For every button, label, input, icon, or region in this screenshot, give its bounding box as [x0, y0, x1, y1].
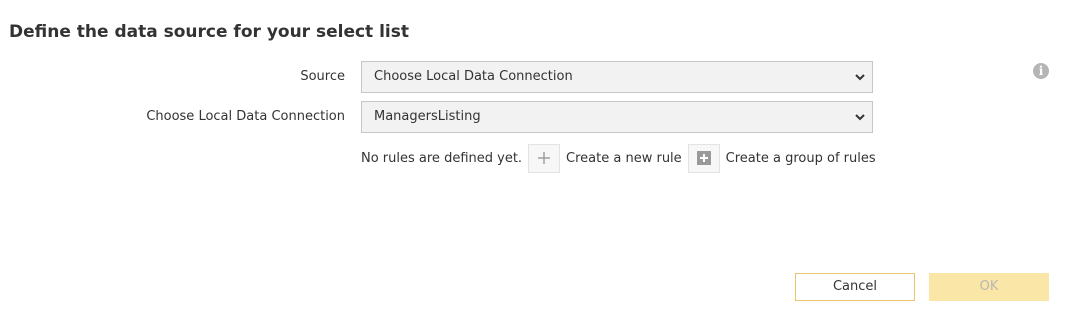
chevron-down-icon — [855, 74, 865, 81]
ok-button[interactable]: OK — [929, 273, 1049, 301]
create-group-link[interactable]: Create a group of rules — [726, 151, 876, 166]
plus-square-icon — [696, 151, 711, 165]
dialog-title: Define the data source for your select l… — [9, 22, 410, 42]
connection-select-value: ManagersListing — [374, 109, 481, 124]
plus-icon — [538, 152, 551, 164]
connection-select[interactable]: ManagersListing — [361, 101, 873, 133]
chevron-down-icon — [855, 114, 865, 121]
no-rules-text: No rules are defined yet. — [361, 150, 523, 166]
source-row: Source Choose Local Data Connection — [0, 61, 1078, 93]
source-select-value: Choose Local Data Connection — [374, 69, 573, 84]
source-select[interactable]: Choose Local Data Connection — [361, 61, 873, 93]
create-rule-button[interactable] — [528, 143, 561, 173]
create-group-button[interactable] — [687, 143, 720, 173]
create-rule-link[interactable]: Create a new rule — [566, 151, 682, 166]
rules-row: No rules are defined yet. Create a new r… — [361, 143, 882, 173]
source-label: Source — [300, 69, 345, 84]
cancel-button[interactable]: Cancel — [795, 273, 915, 301]
connection-row: Choose Local Data Connection ManagersLis… — [0, 101, 1078, 133]
connection-label: Choose Local Data Connection — [146, 109, 345, 124]
